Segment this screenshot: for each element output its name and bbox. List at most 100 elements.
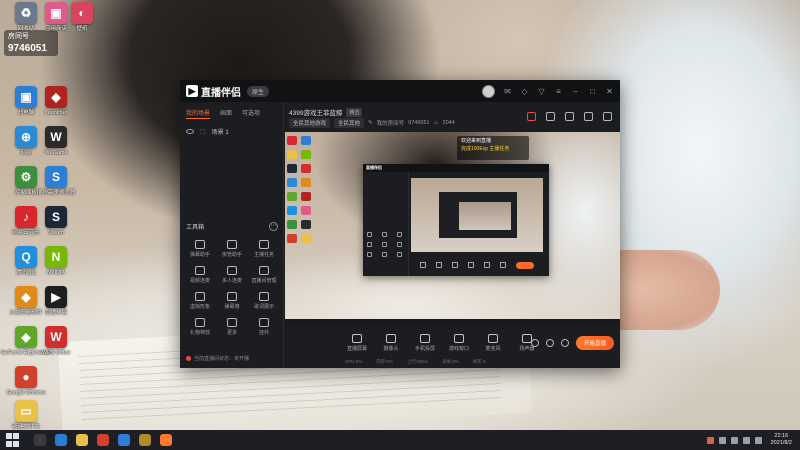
notification-icon[interactable]: ◇	[520, 87, 529, 96]
desktop-shortcut[interactable]: ◐ 壁纸	[60, 2, 104, 32]
tab-canvas[interactable]: 画面	[220, 108, 232, 119]
scene-item[interactable]: ⬚ 场景 1	[180, 123, 283, 140]
bell-icon[interactable]	[584, 112, 593, 121]
tool-item[interactable]: 直播间管理	[248, 266, 280, 284]
version-badge[interactable]: 原生	[247, 85, 270, 97]
desktop-shortcut[interactable]: W WeGame	[34, 126, 78, 156]
tray-app-icon[interactable]	[706, 436, 714, 444]
desktop-shortcut[interactable]: W WPS Office	[34, 326, 78, 356]
taskbar-sogou-icon[interactable]	[118, 434, 130, 446]
subcategory-pill[interactable]: 全民其他	[334, 118, 365, 128]
ime-icon[interactable]	[754, 436, 762, 444]
preview-eye-icon[interactable]	[546, 339, 554, 347]
desktop-shortcut[interactable]: ◆ Launcher	[34, 86, 78, 116]
gift-icon[interactable]	[527, 112, 536, 121]
share-icon[interactable]	[603, 112, 612, 121]
edit-icon[interactable]: ✎	[368, 120, 373, 126]
room-title-text[interactable]: 4399游戏王菲蓝鲸	[289, 107, 342, 117]
lock-room-icon[interactable]	[546, 112, 555, 121]
tool-item[interactable]: 视频连麦	[184, 266, 216, 284]
eye-icon[interactable]	[186, 129, 194, 134]
avatar[interactable]	[482, 84, 495, 98]
close-icon[interactable]: ✕	[605, 87, 614, 96]
room-title-tag[interactable]: 精选	[346, 107, 363, 117]
tool-label: 直播间管理	[251, 278, 277, 284]
source-button[interactable]: 摄像头	[379, 334, 403, 352]
clock[interactable]: 22:16 2021/8/2	[771, 433, 792, 447]
tool-item[interactable]: 礼物特效	[184, 318, 216, 336]
live-preview[interactable]: 直播伴侣 欢迎来到直播 完成100Exp 主播任务	[285, 132, 620, 326]
category-pill[interactable]: 全民其他游戏	[289, 118, 331, 128]
source-button[interactable]: 麦克风	[481, 334, 505, 352]
toolbox-header: 工具箱 ⋯	[186, 222, 278, 231]
maximize-icon[interactable]: □	[588, 87, 597, 96]
start-button[interactable]	[6, 433, 20, 447]
notice-line2: 完成100Exp 主播任务	[461, 145, 510, 152]
minimize-icon[interactable]: –	[571, 87, 580, 96]
tool-item[interactable]: 挂件	[248, 318, 280, 336]
preview-desktop-icon	[287, 206, 297, 215]
desktop-shortcut[interactable]: ▭ 新建文件夹	[4, 400, 48, 430]
menu-icon[interactable]: ≡	[554, 87, 563, 96]
room-meta: 全民其他游戏 全民其他 ✎ 我的房间号 9746051 ♨ 2044	[289, 118, 455, 128]
preview-desktop-icon	[287, 150, 297, 159]
left-panel: 我的场景 画面 可选项 ⬚ 场景 1 工具箱 ⋯ 弹幕助手 房管助手 主播任务视频连…	[180, 102, 284, 368]
tool-item[interactable]: 歌词展示	[248, 292, 280, 310]
desktop-shortcut[interactable]: N NVIDIA	[34, 246, 78, 276]
pinned-apps	[34, 434, 172, 446]
edge-icon[interactable]	[55, 434, 67, 446]
tray-expand-icon[interactable]	[718, 436, 726, 444]
stat-item: CPU:0%	[345, 359, 363, 364]
desktop-shortcut[interactable]: S Steam	[34, 206, 78, 236]
preview-desktop-icon	[301, 234, 311, 243]
preview-desktop-icon	[301, 220, 311, 229]
tool-item[interactable]: 弹幕助手	[184, 240, 216, 258]
tool-item[interactable]: 主播任务	[248, 240, 280, 258]
tab-options[interactable]: 可选项	[242, 108, 260, 119]
camera-switch-icon[interactable]	[531, 339, 539, 347]
tool-label: 主播任务	[253, 252, 274, 258]
tool-icon	[259, 292, 269, 301]
tool-item[interactable]: 房管助手	[216, 240, 248, 258]
desktop-shortcut[interactable]: ● Google Chrome	[4, 366, 48, 396]
taskbar-live-companion-icon[interactable]	[160, 434, 172, 446]
search-icon[interactable]	[34, 434, 46, 446]
live-companion-window: ▶ 直播伴侣 原生 ✉ ◇ ▽ ≡ – □ ✕ 我的场景 画面 可选项 ⬚ 场景…	[180, 80, 620, 368]
volume-icon[interactable]	[742, 436, 750, 444]
source-icon	[386, 334, 396, 343]
room-number-badge: 房间号 9746051	[4, 30, 58, 56]
desktop-shortcut-label: 搜狗高速浏览器	[36, 190, 76, 196]
tool-icon	[195, 318, 205, 327]
lock-icon[interactable]: ⬚	[200, 128, 206, 135]
tool-item[interactable]: 虚拟形象	[184, 292, 216, 310]
live-companion-icon: ▶	[45, 286, 67, 308]
message-icon[interactable]: ✉	[503, 87, 512, 96]
record-icon[interactable]	[565, 112, 574, 121]
preview-desktop-icon	[287, 164, 297, 173]
network-tray-icon[interactable]	[730, 436, 738, 444]
app-logo: ▶ 直播伴侣	[186, 84, 241, 99]
wegame-icon: W	[45, 126, 67, 148]
main-actions	[527, 112, 612, 121]
stat-item: 帧率:0	[472, 359, 486, 364]
settings-icon[interactable]	[561, 339, 569, 347]
start-live-button[interactable]: 开始直播	[576, 336, 614, 350]
tool-item[interactable]: 弹幕墙	[216, 292, 248, 310]
tool-item[interactable]: 更多	[216, 318, 248, 336]
desktop-shortcut[interactable]: ▶ 直播伴侣	[34, 286, 78, 316]
room-badge-label: 房间号	[8, 33, 29, 40]
system-tray: 22:16 2021/8/2	[706, 430, 792, 450]
tab-my-scene[interactable]: 我的场景	[186, 108, 211, 119]
explorer-icon[interactable]	[76, 434, 88, 446]
source-button[interactable]: 游戏窗口	[447, 334, 471, 352]
skin-icon[interactable]: ▽	[537, 87, 546, 96]
taskbar-chrome-icon[interactable]	[97, 434, 109, 446]
live-status: 当前直播间状态：未开播	[186, 355, 249, 362]
source-button[interactable]: 手机投屏	[413, 334, 437, 352]
more-icon[interactable]: ⋯	[269, 222, 278, 231]
fire-icon: ♨	[433, 120, 439, 126]
taskbar-app-icon[interactable]	[139, 434, 151, 446]
desktop-shortcut[interactable]: S 搜狗高速浏览器	[34, 166, 78, 196]
tool-item[interactable]: 多人连麦	[216, 266, 248, 284]
source-button[interactable]: 直播屏幕	[345, 334, 369, 352]
